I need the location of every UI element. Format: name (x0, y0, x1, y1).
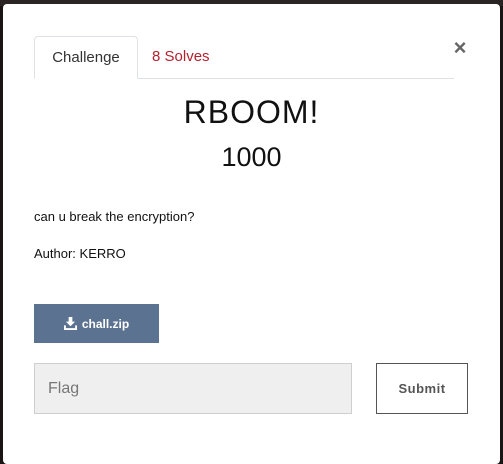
challenge-author: Author: KERRO (34, 246, 126, 261)
submit-button[interactable]: Submit (376, 363, 468, 414)
modal-tabs: Challenge 8 Solves (34, 36, 454, 79)
flag-input[interactable] (34, 363, 352, 414)
download-icon (63, 317, 77, 330)
challenge-modal: Challenge 8 Solves × RBOOM! 1000 can u b… (3, 4, 500, 464)
challenge-name: RBOOM! (183, 94, 320, 130)
download-file-button[interactable]: chall.zip (34, 304, 159, 343)
tab-challenge[interactable]: Challenge (34, 36, 138, 79)
close-icon[interactable]: × (450, 37, 470, 59)
tab-solves[interactable]: 8 Solves (152, 36, 210, 78)
file-name-label: chall.zip (81, 316, 130, 331)
challenge-description: can u break the encryption? (34, 209, 195, 224)
challenge-points: 1000 (221, 142, 282, 172)
